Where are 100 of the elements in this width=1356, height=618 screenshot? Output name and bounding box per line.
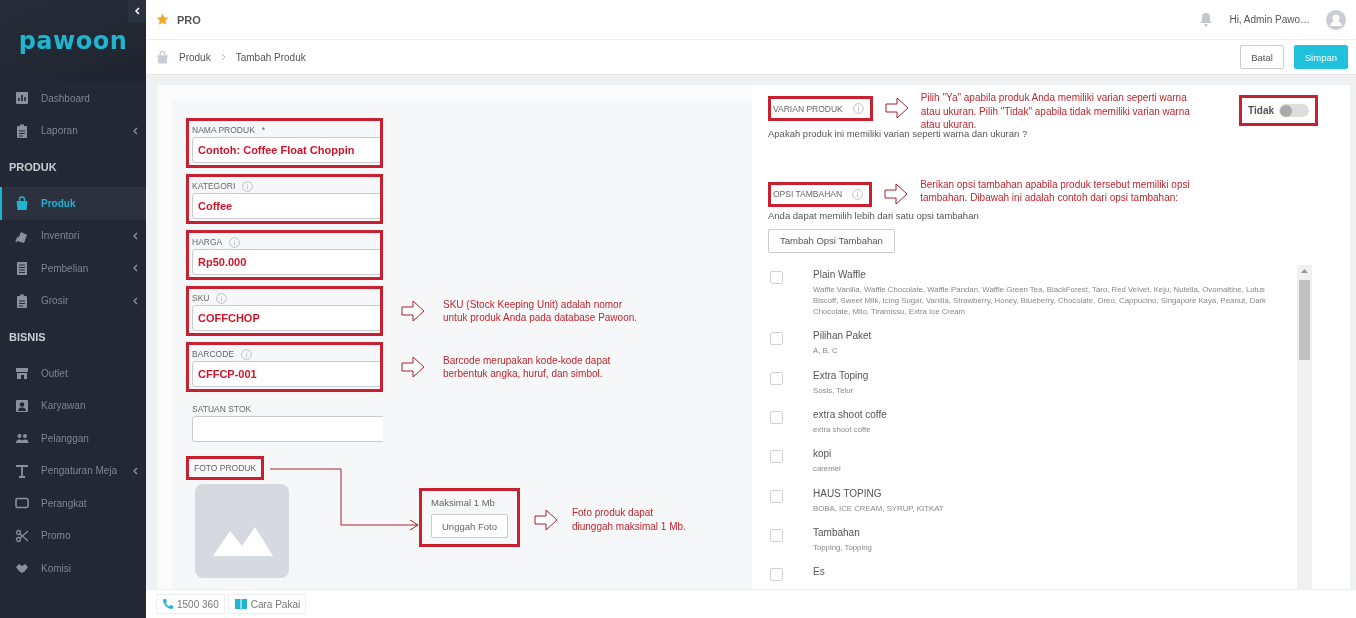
option-name: Tambahan <box>813 526 861 538</box>
sidebar-item[interactable]: Laporan <box>0 114 146 147</box>
option-name: Es <box>813 566 825 578</box>
chart-icon <box>15 91 29 106</box>
size-limit: Maksimal 1 Mb <box>431 497 496 508</box>
checkbox[interactable] <box>770 411 783 424</box>
add-option-button[interactable]: Tambah Opsi Tambahan <box>768 228 895 253</box>
option-name: HAUS TOPING <box>813 487 883 499</box>
annotation-note: SKU (Stock Keeping Unit) adalah nomor untuk produk Anda pada database Pawoon. <box>443 297 638 325</box>
sidebar-item[interactable]: Inventori <box>0 219 146 252</box>
chevron-icon <box>132 296 138 305</box>
collapse-button[interactable] <box>128 0 146 22</box>
annotation-note: Foto produk dapat diunggah maksimal 1 Mb. <box>571 506 686 533</box>
chevron-icon <box>132 466 138 475</box>
avatar-icon[interactable] <box>1326 9 1346 30</box>
option-name: Pilihan Paket <box>813 330 872 342</box>
toggle-label: Tidak <box>1248 105 1274 116</box>
chevron-icon <box>220 53 226 61</box>
section-heading: BISNIS <box>9 331 46 343</box>
plan-label: PRO <box>177 13 201 26</box>
arrow-icon <box>884 97 909 119</box>
chevron-icon <box>132 126 138 135</box>
field-label: BARCODE <box>192 349 235 359</box>
section-heading: PRODUK <box>9 161 57 173</box>
clipboard-icon <box>15 293 29 308</box>
phone-link[interactable]: 1500 360 <box>156 594 225 614</box>
checkbox[interactable] <box>770 270 783 284</box>
people-icon <box>15 431 29 446</box>
upload-button[interactable]: Unggah Foto <box>431 514 508 538</box>
bag-icon <box>15 196 29 211</box>
arrow-icon <box>401 356 425 378</box>
input-field[interactable] <box>192 416 383 442</box>
sidebar-item[interactable]: Pembelian <box>0 252 146 285</box>
option-name: extra shoot coffe <box>813 409 887 420</box>
checkbox[interactable] <box>770 528 783 542</box>
sidebar-item[interactable]: Outlet <box>0 357 146 390</box>
scissors-icon <box>15 528 29 543</box>
toggle-switch[interactable] <box>1279 104 1309 117</box>
field-label: FOTO PRODUK <box>186 456 265 480</box>
field-label: NAMA PRODUK <box>192 125 255 135</box>
arrow-icon <box>884 182 909 205</box>
input-field[interactable]: CFFCP-001 <box>192 361 380 387</box>
guide-link[interactable]: Cara Pakai <box>227 594 307 614</box>
info-icon[interactable] <box>242 180 254 192</box>
field-label: SATUAN STOK <box>192 404 252 414</box>
phone-icon <box>162 598 174 610</box>
person-icon <box>15 398 29 413</box>
arrow-icon <box>401 300 425 322</box>
info-icon[interactable] <box>852 188 864 200</box>
annotation-note: Berikan opsi tambahan apabila produk tersebut memiliki opsi tambahan. Dibawah ini adalah contoh dari opsi tambahan: <box>920 177 1190 205</box>
field-label: HARGA <box>192 237 223 247</box>
required-mark: * <box>261 125 266 135</box>
checkbox[interactable] <box>770 332 783 346</box>
sidebar-item[interactable]: Dashboard <box>0 82 146 115</box>
sidebar-item[interactable]: Perangkat <box>0 487 146 520</box>
bag-icon <box>156 50 169 64</box>
checkbox[interactable] <box>770 568 783 582</box>
store-icon <box>15 366 29 381</box>
input-field[interactable]: Rp50.000 <box>192 249 380 275</box>
checkbox[interactable] <box>770 371 783 385</box>
book-icon <box>233 598 248 610</box>
chevron-icon <box>132 231 138 240</box>
bell-icon[interactable] <box>1199 12 1214 27</box>
scrollbar-thumb[interactable] <box>1299 279 1310 360</box>
option-name: kopi <box>813 448 833 460</box>
breadcrumb-item: Tambah Produk <box>235 51 306 63</box>
input-field[interactable]: COFFCHOP <box>192 305 380 331</box>
checkbox[interactable] <box>770 450 783 464</box>
hint-text: Anda dapat memilih lebih dari satu opsi tambahan <box>768 209 980 221</box>
sidebar-item[interactable]: Karyawan <box>0 389 146 422</box>
user-greeting[interactable]: Hi, Admin Pawo… <box>1229 14 1310 25</box>
input-field[interactable]: Coffee <box>192 193 380 219</box>
document-icon <box>15 261 29 276</box>
checkbox[interactable] <box>770 489 783 503</box>
input-field[interactable]: Contoh: Coffee Float Choppin <box>192 137 380 163</box>
breadcrumb-item[interactable]: Produk <box>179 51 211 63</box>
clipboard-icon <box>15 123 29 138</box>
sidebar-item[interactable]: Pelanggan <box>0 422 146 455</box>
sidebar-item[interactable]: Grosir <box>0 284 146 317</box>
option-name: Extra Toping <box>813 369 869 381</box>
question-text: Apakah produk ini memiliki varian seperti warna dan ukuran ? <box>768 127 1029 139</box>
sidebar-item[interactable]: Komisi <box>0 552 146 585</box>
chevron-icon <box>132 264 138 273</box>
section-label: OPSI TAMBAHAN <box>773 189 843 199</box>
info-icon[interactable] <box>216 292 228 304</box>
arrow-icon <box>533 508 558 531</box>
image-placeholder-icon[interactable] <box>195 484 289 578</box>
logo: pawoon <box>18 27 128 55</box>
cancel-button[interactable]: Batal <box>1240 45 1284 69</box>
sidebar-item[interactable]: Produk <box>0 187 146 220</box>
info-icon[interactable] <box>229 236 241 248</box>
sidebar-item[interactable]: Pengaturan Meja <box>0 454 146 487</box>
option-name: Plain Waffle <box>813 268 867 280</box>
info-icon[interactable] <box>852 103 864 114</box>
chevron-icon <box>134 7 140 15</box>
tablet-icon <box>15 496 29 511</box>
annotation-note: Barcode merupakan kode-kode dapat berbentuk angka, huruf, dan simbol. <box>443 353 611 381</box>
section-label: VARIAN PRODUK <box>773 103 843 114</box>
sidebar-item[interactable]: Promo <box>0 519 146 552</box>
info-icon[interactable] <box>241 348 253 360</box>
